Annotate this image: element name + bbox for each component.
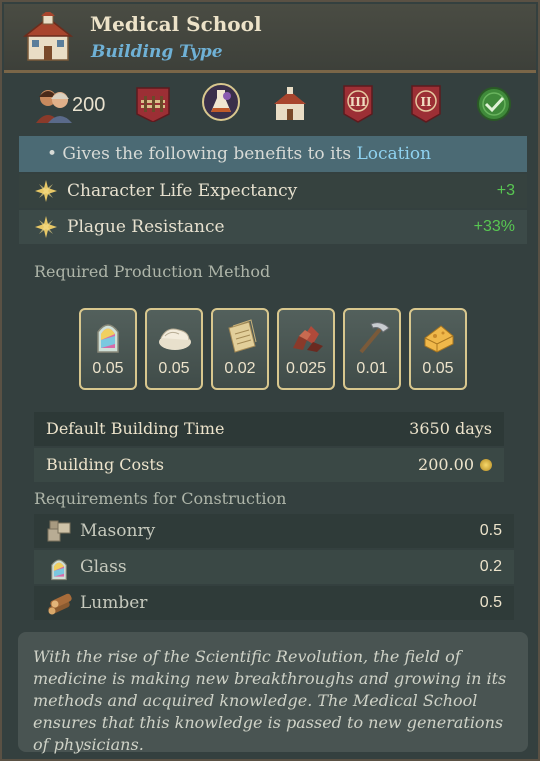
tier-three-banner-icon[interactable]: III <box>342 84 374 132</box>
benefits-intro: • Gives the following benefits to its <box>47 144 357 164</box>
tooltip-header: Medical School Building Type <box>4 4 536 73</box>
railway-icon[interactable] <box>135 86 171 134</box>
production-amount: 0.05 <box>422 360 454 377</box>
requirement-value: 0.5 <box>479 594 502 611</box>
building-title: Medical School <box>90 12 262 36</box>
cloth-icon <box>157 318 193 358</box>
medicine-flask-icon[interactable] <box>201 82 241 130</box>
requirement-row: Masonry 0.5 <box>34 514 514 548</box>
benefits-header: • Gives the following benefits to its Lo… <box>19 136 527 172</box>
tier-three-label: III <box>350 95 367 109</box>
checkmark-icon[interactable] <box>476 86 512 134</box>
copper-ore-icon <box>289 318 325 358</box>
modifier-label: Plague Resistance <box>67 217 225 237</box>
modifier-label: Character Life Expectancy <box>67 181 298 201</box>
modifier-star-icon <box>35 180 57 214</box>
requirement-row: Glass 0.2 <box>34 550 514 584</box>
production-good-slot[interactable]: 0.025 <box>277 308 335 390</box>
production-amount: 0.02 <box>224 360 256 377</box>
building-type-label: Building Type <box>91 42 223 62</box>
production-amount: 0.05 <box>92 360 124 377</box>
modifier-value: +3 <box>496 182 515 199</box>
production-good-slot[interactable]: 0.02 <box>211 308 269 390</box>
requirement-label: Masonry <box>80 521 156 541</box>
building-costs-value-wrap: 200.00 <box>418 448 492 482</box>
production-method-label: Required Production Method <box>34 262 271 281</box>
paper-icon <box>223 318 259 358</box>
requirement-row: Lumber 0.5 <box>34 586 514 620</box>
school-building-icon <box>22 10 74 64</box>
building-time-value: 3650 days <box>409 419 492 438</box>
population-count: 200 <box>72 94 106 116</box>
modifier-row: Plague Resistance +33% <box>19 210 527 244</box>
requirement-value: 0.5 <box>479 522 502 539</box>
location-link[interactable]: Location <box>356 144 431 164</box>
requirements-label: Requirements for Construction <box>34 489 287 508</box>
population-icon[interactable] <box>34 85 74 133</box>
production-good-slot[interactable]: 0.05 <box>145 308 203 390</box>
tier-two-label: II <box>420 95 432 109</box>
requirement-label: Lumber <box>80 593 148 613</box>
lumber-icon <box>46 591 74 627</box>
modifier-star-icon <box>35 216 57 250</box>
requirement-value: 0.2 <box>479 558 502 575</box>
building-time-label: Default Building Time <box>46 419 225 438</box>
modifier-value: +33% <box>473 218 515 235</box>
production-amount: 0.01 <box>356 360 388 377</box>
building-time-row: Default Building Time 3650 days <box>34 412 504 446</box>
tools-icon <box>355 318 391 358</box>
production-amount: 0.05 <box>158 360 190 377</box>
modifier-row: Character Life Expectancy +3 <box>19 174 527 208</box>
building-costs-value: 200.00 <box>418 455 474 474</box>
building-tooltip-panel: Medical School Building Type 200 III II … <box>0 0 540 761</box>
tier-two-banner-icon[interactable]: II <box>410 84 442 132</box>
school-building-icon[interactable] <box>272 86 308 134</box>
cheese-icon <box>421 318 457 358</box>
building-costs-row: Building Costs 200.00 <box>34 448 504 482</box>
production-amount: 0.025 <box>285 360 327 377</box>
production-good-slot[interactable]: 0.05 <box>79 308 137 390</box>
building-costs-label: Building Costs <box>46 455 165 474</box>
glass-icon <box>91 318 125 358</box>
gold-coin-icon <box>480 459 492 471</box>
production-good-slot[interactable]: 0.05 <box>409 308 467 390</box>
requirement-label: Glass <box>80 557 127 577</box>
building-description: With the rise of the Scientific Revoluti… <box>18 632 528 754</box>
production-good-slot[interactable]: 0.01 <box>343 308 401 390</box>
